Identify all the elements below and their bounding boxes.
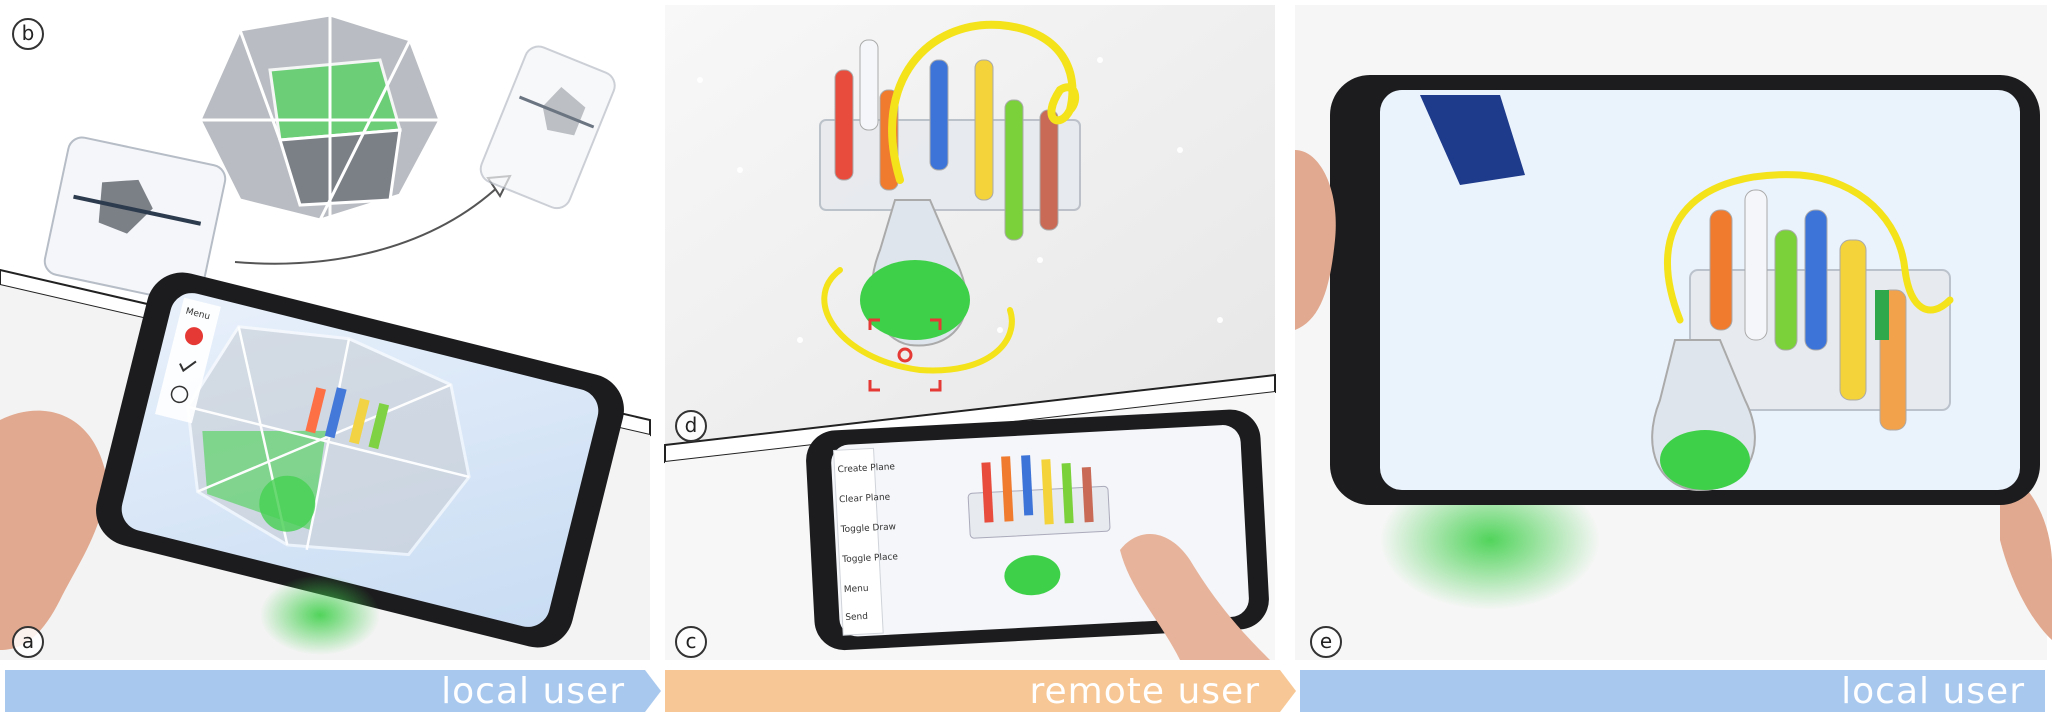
banner-remote-user: remote user <box>665 670 1280 712</box>
menu-menu[interactable]: Menu <box>844 584 869 595</box>
banner-middle-text: remote user <box>1029 670 1260 712</box>
banner-local-user-left: local user <box>5 670 645 712</box>
banner-left-text: local user <box>441 670 625 712</box>
banner-middle-arrow-icon <box>1280 670 1296 712</box>
panel-e-scene <box>1295 5 2052 660</box>
banner-right-text: local user <box>1841 670 2025 712</box>
panel-label-d: d <box>675 410 707 442</box>
banner-local-user-right: local user <box>1300 670 2045 712</box>
panel-label-e: e <box>1310 626 1342 658</box>
panel-b-scene <box>0 0 650 304</box>
banner-left-arrow-icon <box>645 670 661 712</box>
panel-label-c: c <box>675 626 707 658</box>
panel-d-scene <box>665 5 1275 445</box>
menu-send[interactable]: Send <box>845 612 868 623</box>
panel-a-scene: Menu <box>0 272 650 660</box>
panel-label-a: a <box>12 626 44 658</box>
dome-icon <box>198 13 442 222</box>
figure-canvas: Menu Create Plane Clear Plane Toggle Dra… <box>0 0 2052 660</box>
panel-label-b: b <box>12 18 44 50</box>
